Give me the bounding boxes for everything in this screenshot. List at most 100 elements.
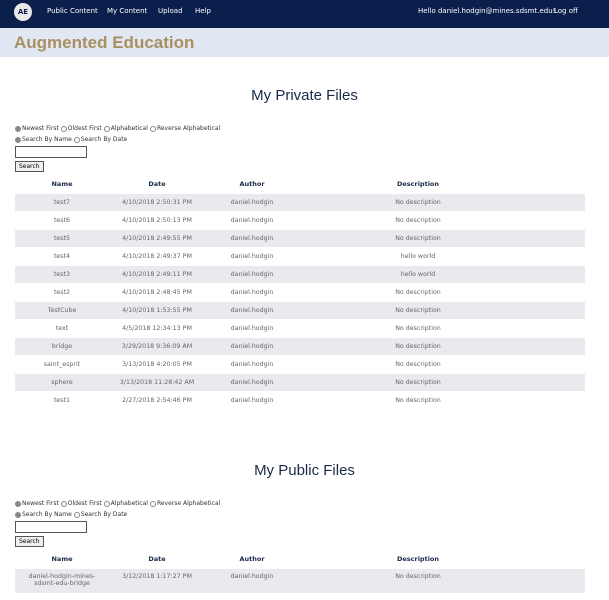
public-search-button[interactable]: Search bbox=[15, 536, 44, 547]
cell-name[interactable]: bridge bbox=[52, 343, 72, 350]
cell-date: 3/12/2018 1:17:27 PM bbox=[122, 573, 192, 580]
table-header: Name Date Author Description bbox=[15, 550, 585, 568]
label-search-by-date: Search By Date bbox=[80, 511, 128, 518]
radio-search-by-date[interactable] bbox=[73, 136, 80, 143]
radio-newest-first[interactable] bbox=[15, 125, 21, 132]
radio-search-by-name[interactable] bbox=[15, 511, 21, 518]
cell-author: daniel.hodgin bbox=[230, 573, 274, 580]
app-logo[interactable]: AE bbox=[14, 3, 32, 21]
cell-name[interactable]: test1 bbox=[54, 397, 70, 404]
cell-author: daniel.hodgin bbox=[230, 289, 274, 296]
table-row[interactable]: bridge 3/29/2018 9:36:09 AM daniel.hodgin N… bbox=[15, 337, 585, 355]
label-search-by-name: Search By Name bbox=[22, 136, 72, 143]
table-row[interactable]: test5 4/10/2018 2:49:55 PM daniel.hodgin No… bbox=[15, 229, 585, 247]
col-name[interactable]: Name bbox=[51, 180, 72, 188]
search-mode-options: Search By Name Search By Date bbox=[15, 509, 222, 520]
cell-name[interactable]: sphere bbox=[51, 379, 72, 386]
cell-description: No description bbox=[395, 235, 441, 242]
cell-name[interactable]: test3 bbox=[54, 271, 70, 278]
col-description[interactable]: Description bbox=[397, 180, 439, 188]
cell-author: daniel.hodgin bbox=[230, 361, 274, 368]
cell-name[interactable]: test4 bbox=[54, 253, 70, 260]
table-row[interactable]: test6 4/10/2018 2:50:13 PM daniel.hodgin No… bbox=[15, 211, 585, 229]
table-row[interactable]: TestCube 4/10/2018 1:53:55 PM daniel.hodgi… bbox=[15, 301, 585, 319]
label-search-by-name: Search By Name bbox=[22, 511, 72, 518]
cell-description: No description bbox=[395, 343, 441, 350]
nav-public-content[interactable]: Public Content bbox=[47, 7, 98, 15]
radio-search-by-name[interactable] bbox=[15, 136, 21, 143]
cell-description: No description bbox=[395, 217, 441, 224]
col-date[interactable]: Date bbox=[148, 555, 165, 563]
private-search-button[interactable]: Search bbox=[15, 161, 44, 172]
col-name[interactable]: Name bbox=[51, 555, 72, 563]
cell-name[interactable]: test6 bbox=[54, 217, 70, 224]
app-title: Augmented Education bbox=[14, 33, 195, 52]
private-search-input[interactable] bbox=[15, 146, 87, 158]
cell-description: No description bbox=[395, 307, 441, 314]
label-search-by-date: Search By Date bbox=[80, 136, 128, 143]
label-newest-first: Newest First bbox=[22, 500, 59, 507]
cell-date: 3/29/2018 9:36:09 AM bbox=[121, 343, 193, 350]
cell-date: 3/13/2018 11:28:42 AM bbox=[119, 379, 195, 386]
cell-name[interactable]: text bbox=[56, 325, 68, 332]
cell-name[interactable]: test5 bbox=[54, 235, 70, 242]
logoff-link[interactable]: Log off bbox=[554, 7, 578, 15]
search-mode-options: Search By Name Search By Date bbox=[15, 134, 222, 145]
nav-my-content[interactable]: My Content bbox=[107, 7, 147, 15]
table-row[interactable]: sphere 3/13/2018 11:28:42 AM daniel.hodgin… bbox=[15, 373, 585, 391]
radio-reverse-alphabetical[interactable] bbox=[149, 500, 156, 507]
cell-name[interactable]: test7 bbox=[54, 199, 70, 206]
cell-author: daniel.hodgin bbox=[230, 217, 274, 224]
radio-oldest-first[interactable] bbox=[60, 500, 67, 507]
label-alphabetical: Alphabetical bbox=[110, 125, 148, 132]
radio-search-by-date[interactable] bbox=[73, 511, 80, 518]
radio-alphabetical[interactable] bbox=[103, 500, 110, 507]
table-row[interactable]: test2 4/10/2018 2:48:45 PM daniel.hodgin No… bbox=[15, 283, 585, 301]
radio-reverse-alphabetical[interactable] bbox=[149, 125, 156, 132]
cell-name[interactable]: test2 bbox=[54, 289, 70, 296]
col-author[interactable]: Author bbox=[239, 180, 264, 188]
radio-newest-first[interactable] bbox=[15, 500, 21, 507]
top-navbar: AE Public Content My Content Upload Help… bbox=[0, 0, 609, 28]
table-row[interactable]: saint_esprit 3/13/2018 4:20:05 PM daniel.h… bbox=[15, 355, 585, 373]
label-oldest-first: Oldest First bbox=[67, 500, 102, 507]
col-description[interactable]: Description bbox=[397, 555, 439, 563]
label-alphabetical: Alphabetical bbox=[110, 500, 148, 507]
label-reverse-alphabetical: Reverse Alphabetical bbox=[156, 500, 221, 507]
cell-name[interactable]: saint_esprit bbox=[44, 361, 80, 368]
radio-alphabetical[interactable] bbox=[103, 125, 110, 132]
cell-author: daniel.hodgin bbox=[230, 343, 274, 350]
cell-author: daniel.hodgin bbox=[230, 397, 274, 404]
cell-date: 4/10/2018 2:49:37 PM bbox=[122, 253, 192, 260]
cell-description: No description bbox=[395, 379, 441, 386]
cell-author: daniel.hodgin bbox=[230, 253, 274, 260]
cell-description: No description bbox=[395, 573, 441, 580]
col-author[interactable]: Author bbox=[239, 555, 264, 563]
table-row[interactable]: test7 4/10/2018 2:50:31 PM daniel.hodgin No… bbox=[15, 193, 585, 211]
cell-date: 4/10/2018 2:49:11 PM bbox=[122, 271, 192, 278]
cell-author: daniel.hodgin bbox=[230, 199, 274, 206]
table-row[interactable]: test4 4/10/2018 2:49:37 PM daniel.hodgin he… bbox=[15, 247, 585, 265]
cell-date: 4/5/2018 12:34:13 PM bbox=[122, 325, 192, 332]
cell-name[interactable]: daniel-hodgin-mines-sdsmt-edu-bridge bbox=[22, 573, 102, 587]
col-date[interactable]: Date bbox=[148, 180, 165, 188]
table-row[interactable]: daniel-hodgin-mines-sdsmt-edu-bridge 3/12… bbox=[15, 568, 585, 593]
table-row[interactable]: text 4/5/2018 12:34:13 PM daniel.hodgin No … bbox=[15, 319, 585, 337]
public-files-table: Name Date Author Description daniel-hodg… bbox=[15, 550, 585, 593]
label-reverse-alphabetical: Reverse Alphabetical bbox=[156, 125, 221, 132]
cell-date: 4/10/2018 2:50:13 PM bbox=[122, 217, 192, 224]
cell-name[interactable]: TestCube bbox=[48, 307, 77, 314]
radio-oldest-first[interactable] bbox=[60, 125, 67, 132]
nav-help[interactable]: Help bbox=[195, 7, 211, 15]
cell-date: 4/10/2018 2:48:45 PM bbox=[122, 289, 192, 296]
table-row[interactable]: test3 4/10/2018 2:49:11 PM daniel.hodgin he… bbox=[15, 265, 585, 283]
private-files-heading: My Private Files bbox=[251, 87, 358, 104]
nav-upload[interactable]: Upload bbox=[158, 7, 183, 15]
sort-options: Newest First Oldest First Alphabetical R… bbox=[15, 123, 222, 134]
user-greeting-link[interactable]: Hello daniel.hodgin@mines.sdsmt.edu! bbox=[418, 7, 555, 15]
public-search-input[interactable] bbox=[15, 521, 87, 533]
cell-date: 2/27/2018 2:54:46 PM bbox=[122, 397, 192, 404]
cell-date: 4/10/2018 2:50:31 PM bbox=[122, 199, 192, 206]
table-row[interactable]: test1 2/27/2018 2:54:46 PM daniel.hodgin No… bbox=[15, 391, 585, 409]
cell-description: hello world bbox=[400, 271, 436, 278]
